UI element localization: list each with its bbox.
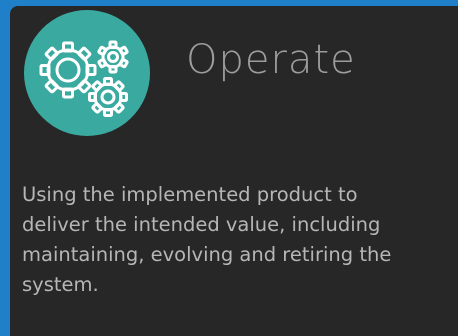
phase-card: Operate Using the implemented product to… bbox=[10, 6, 458, 336]
card-description: Using the implemented product to deliver… bbox=[22, 180, 458, 300]
description-line: maintaining, evolving and retiring the bbox=[22, 243, 392, 266]
frame-border: Operate Using the implemented product to… bbox=[0, 0, 458, 336]
description-line: system. bbox=[22, 273, 99, 296]
description-line: deliver the intended value, including bbox=[22, 213, 381, 236]
card-title: Operate bbox=[186, 37, 356, 83]
description-line: Using the implemented product to bbox=[22, 183, 358, 206]
gears-icon bbox=[39, 40, 129, 117]
icon-circle bbox=[24, 10, 150, 136]
